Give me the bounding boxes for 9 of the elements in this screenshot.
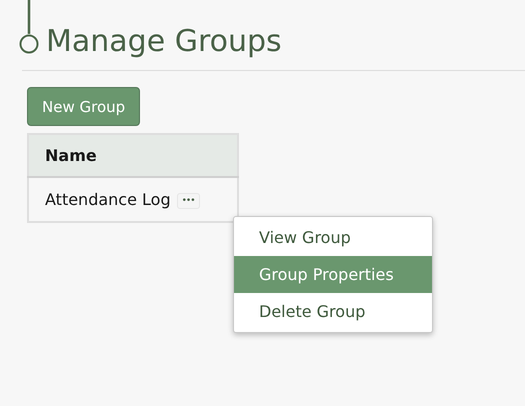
more-button[interactable]: •••: [176, 192, 200, 209]
page-title: Manage Groups: [46, 23, 282, 61]
timeline-icon: [18, 0, 40, 56]
column-header: Name: [28, 134, 238, 177]
menu-item[interactable]: View Group: [234, 219, 432, 256]
menu-item[interactable]: Group Properties: [234, 256, 432, 293]
new-group-button[interactable]: New Group: [27, 87, 140, 126]
menu-item[interactable]: Delete Group: [234, 293, 432, 330]
table-cell: Attendance Log: [45, 190, 171, 209]
